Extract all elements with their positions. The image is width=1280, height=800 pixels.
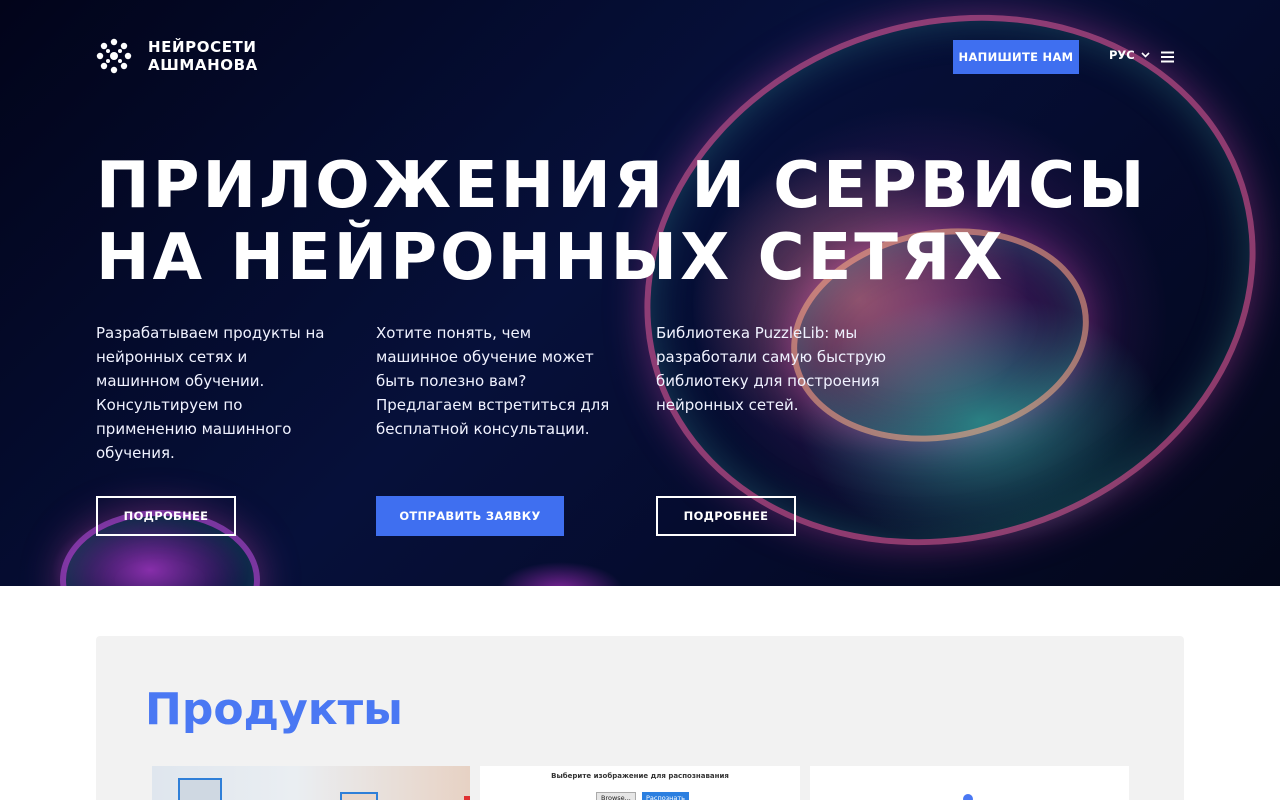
logo-line2: АШМАНОВА — [148, 56, 258, 74]
product-card-1-accent — [464, 796, 470, 800]
product-card-1[interactable] — [152, 766, 470, 800]
logo-text: НЕЙРОСЕТИ АШМАНОВА — [148, 38, 258, 74]
language-label: РУС — [1109, 48, 1135, 62]
products-title: Продукты — [145, 684, 403, 735]
product-card-2-caption: Выберите изображение для распознавания — [551, 772, 729, 780]
hero-column-development: Разрабатываем продукты на нейронных сетя… — [96, 324, 325, 462]
products-section: Продукты Выберите изображение для распоз… — [96, 636, 1184, 800]
hero-column-puzzlelib: Библиотека PuzzleLib: мы разработали сам… — [656, 324, 886, 414]
logo-line1: НЕЙРОСЕТИ — [148, 38, 257, 56]
menu-icon[interactable] — [1161, 51, 1174, 63]
language-selector[interactable]: РУС — [1109, 48, 1150, 62]
chevron-down-icon — [1141, 52, 1150, 58]
hero-title-line2: НА НЕЙРОННЫХ СЕТЯХ — [96, 221, 1006, 295]
more-button-puzzlelib[interactable]: ПОДРОБНЕЕ — [656, 496, 796, 536]
hero-section: НЕЙРОСЕТИ АШМАНОВА НАПИШИТЕ НАМ РУС ПРИЛ… — [0, 0, 1280, 586]
hero-title: ПРИЛОЖЕНИЯ И СЕРВИСЫ НА НЕЙРОННЫХ СЕТЯХ — [96, 150, 1196, 294]
product-card-1-image-detail — [340, 792, 378, 800]
product-card-1-image — [178, 778, 222, 800]
hero-column-consultation: Хотите понять, чем машинное обучение мож… — [376, 324, 610, 438]
product-card-3[interactable] — [810, 766, 1129, 800]
send-request-button[interactable]: ОТПРАВИТЬ ЗАЯВКУ — [376, 496, 564, 536]
hero-title-line1: ПРИЛОЖЕНИЯ И СЕРВИСЫ — [96, 149, 1148, 223]
product-card-2-recognize: Распознать — [642, 792, 690, 800]
product-card-2[interactable]: Выберите изображение для распознавания B… — [480, 766, 800, 800]
logo-icon — [96, 38, 132, 74]
write-us-button[interactable]: НАПИШИТЕ НАМ — [953, 40, 1079, 74]
product-card-2-browse: Browse... — [596, 792, 636, 800]
product-card-3-marker — [963, 794, 973, 800]
logo[interactable]: НЕЙРОСЕТИ АШМАНОВА — [96, 38, 258, 74]
more-button-development[interactable]: ПОДРОБНЕЕ — [96, 496, 236, 536]
